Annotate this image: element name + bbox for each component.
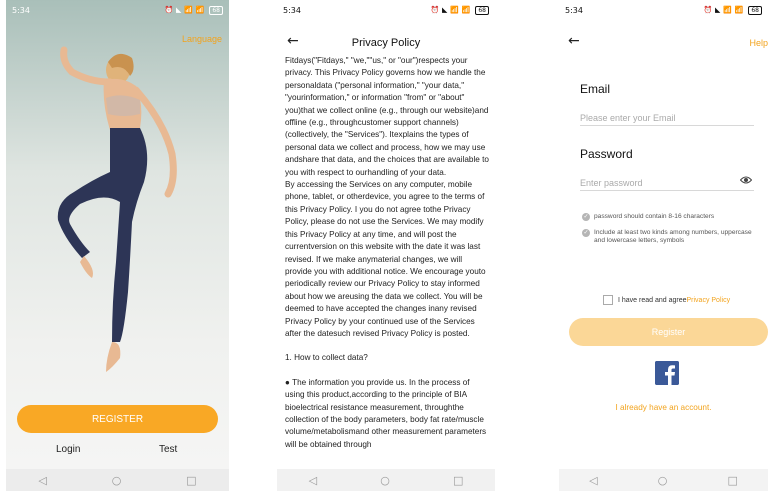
email-input[interactable] (580, 110, 754, 126)
nav-recent-icon[interactable]: □ (186, 475, 196, 486)
login-existing-account-link[interactable]: I already have an account. (559, 403, 768, 412)
check-circle-icon: ✓ (582, 229, 590, 237)
check-circle-icon: ✓ (582, 213, 590, 221)
policy-paragraph: By accessing the Services on any compute… (285, 180, 486, 338)
signal-icon: ⏰ ◣ 📶 📶 (164, 6, 205, 14)
status-bar: 5:34 ⏰ ◣ 📶 📶 68 (6, 0, 229, 20)
status-time: 5:34 (12, 5, 30, 15)
signal-icon: ⏰ ◣ 📶 📶 (703, 6, 744, 14)
athlete-photo (57, 46, 177, 372)
status-time: 5:34 (283, 5, 301, 15)
nav-home-icon[interactable]: ○ (658, 475, 668, 486)
register-button[interactable]: REGISTER (17, 405, 218, 433)
help-link[interactable]: Help (749, 38, 768, 48)
status-time: 5:34 (565, 5, 583, 15)
policy-text[interactable]: Fitdays("Fitdays," "we,""us," or "our")r… (285, 55, 489, 469)
battery-icon: 68 (475, 6, 489, 15)
status-icons: ⏰ ◣ 📶 📶 68 (703, 5, 762, 15)
nav-recent-icon[interactable]: □ (728, 475, 738, 486)
policy-paragraph: ● The information you provide us. In the… (285, 377, 487, 449)
register-button[interactable]: Register (569, 318, 768, 346)
policy-heading: 1. How to collect data? (285, 353, 368, 363)
welcome-screen: 5:34 ⏰ ◣ 📶 📶 68 Language REGISTER Login … (6, 0, 229, 491)
privacy-policy-screen: 5:34 ⏰ ◣ 📶 📶 68 ← Privacy Policy Fitdays… (277, 0, 495, 491)
back-arrow-icon[interactable]: ← (568, 33, 580, 49)
agree-row: I have read and agreePrivacy Policy (603, 295, 730, 305)
system-nav-bar: ◁ ○ □ (559, 469, 768, 491)
page-title: Privacy Policy (351, 37, 421, 49)
email-label: Email (580, 82, 611, 96)
system-nav-bar: ◁ ○ □ (277, 469, 495, 491)
battery-icon: 68 (209, 6, 223, 15)
nav-recent-icon[interactable]: □ (453, 475, 463, 486)
agree-checkbox[interactable] (603, 295, 613, 305)
nav-back-icon[interactable]: ◁ (589, 475, 597, 486)
login-link[interactable]: Login (56, 444, 80, 455)
status-bar: 5:34 ⏰ ◣ 📶 📶 68 (277, 0, 495, 20)
privacy-policy-link[interactable]: Privacy Policy (687, 297, 731, 304)
register-screen: 5:34 ⏰ ◣ 📶 📶 68 ← Help Email Password ✓ … (559, 0, 768, 491)
password-input[interactable] (580, 175, 754, 191)
nav-home-icon[interactable]: ○ (380, 475, 390, 486)
nav-home-icon[interactable]: ○ (112, 475, 122, 486)
status-icons: ⏰ ◣ 📶 📶 68 (164, 5, 223, 15)
password-rule-complexity: ✓ Include at least two kinds among numbe… (582, 229, 752, 244)
password-label: Password (580, 147, 633, 161)
policy-paragraph: Fitdays("Fitdays," "we,""us," or "our")r… (285, 56, 489, 177)
signal-icon: ⏰ ◣ 📶 📶 (430, 6, 471, 14)
status-icons: ⏰ ◣ 📶 📶 68 (430, 5, 489, 15)
test-link[interactable]: Test (159, 444, 177, 455)
battery-icon: 68 (748, 6, 762, 15)
nav-back-icon[interactable]: ◁ (38, 475, 46, 486)
eye-icon[interactable] (740, 175, 752, 185)
agree-text: I have read and agree (618, 296, 687, 304)
password-rule-length: ✓ password should contain 8-16 character… (582, 213, 715, 221)
system-nav-bar: ◁ ○ □ (6, 469, 229, 491)
status-bar: 5:34 ⏰ ◣ 📶 📶 68 (559, 0, 768, 20)
nav-back-icon[interactable]: ◁ (309, 475, 317, 486)
facebook-icon[interactable] (655, 361, 679, 385)
